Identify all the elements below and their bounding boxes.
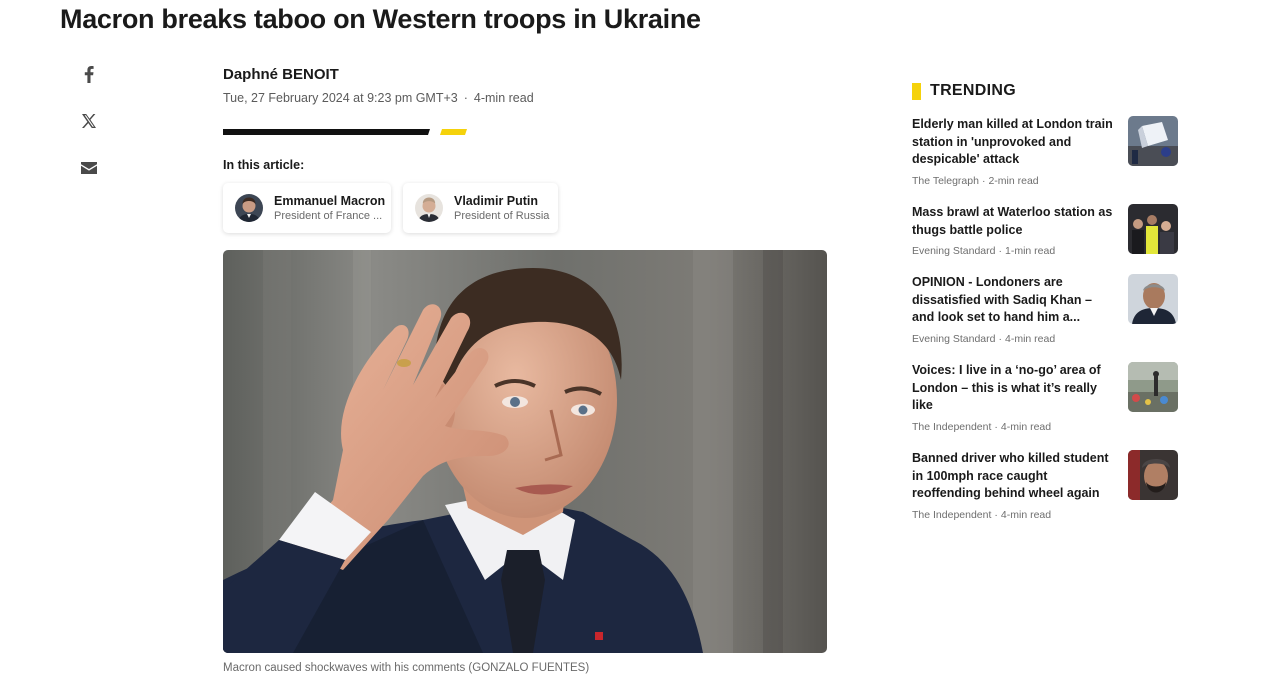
hero-image: [223, 250, 827, 653]
person-name: Vladimir Putin: [454, 194, 539, 208]
article-headline: Macron breaks taboo on Western troops in…: [60, 4, 701, 34]
trending-item-read-time: 4-min read: [1000, 420, 1052, 433]
facebook-share-button[interactable]: [78, 62, 100, 86]
trending-item-meta: The Telegraph · 2-min read: [912, 175, 1178, 187]
trending-item[interactable]: Banned driver who killed student in 100m…: [912, 450, 1178, 521]
trending-item-thumbnail[interactable]: [1128, 450, 1178, 500]
trending-item-source: Evening Standard: [912, 245, 996, 258]
trending-item-source: The Telegraph: [912, 174, 979, 187]
meta-separator: ·: [463, 91, 468, 105]
x-share-button[interactable]: [78, 109, 100, 133]
trending-item-read-time: 2-min read: [988, 174, 1039, 187]
trending-item-meta: The Independent · 4-min read: [912, 509, 1178, 521]
trending-item-meta: The Independent · 4-min read: [912, 421, 1178, 433]
trending-item-title[interactable]: Voices: I live in a ‘no-go’ area of Lond…: [912, 362, 1114, 415]
meta-separator: ·: [998, 245, 1002, 258]
person-role: President of France ...: [274, 210, 383, 222]
email-share-button[interactable]: [78, 156, 100, 180]
trending-item[interactable]: OPINION - Londoners are dissatisfied wit…: [912, 274, 1178, 345]
person-name: Emmanuel Macron: [274, 194, 386, 208]
trending-item[interactable]: Voices: I live in a ‘no-go’ area of Lond…: [912, 362, 1178, 433]
read-time: 4-min read: [473, 91, 534, 105]
trending-item[interactable]: Elderly man killed at London train stati…: [912, 116, 1178, 187]
trending-item-title[interactable]: Banned driver who killed student in 100m…: [912, 450, 1114, 503]
trending-accent-bar: [912, 82, 921, 100]
person-role: President of Russia: [454, 210, 550, 222]
trending-item-source: The Independent: [912, 420, 992, 433]
trending-item-source: The Independent: [912, 508, 992, 521]
meta-separator: ·: [998, 332, 1002, 345]
avatar: [415, 194, 443, 222]
in-this-article-label: In this article:: [223, 158, 305, 172]
trending-item-thumbnail[interactable]: [1128, 116, 1178, 166]
article-meta: Tue, 27 February 2024 at 9:23 pm GMT+3 · 4…: [223, 91, 534, 105]
trending-item-title[interactable]: Mass brawl at Waterloo station as thugs …: [912, 204, 1114, 239]
trending-title: TRENDING: [930, 82, 1016, 99]
section-divider: [223, 129, 467, 135]
trending-item-meta: Evening Standard · 4-min read: [912, 333, 1178, 345]
avatar: [235, 194, 263, 222]
trending-item-title[interactable]: OPINION - Londoners are dissatisfied wit…: [912, 274, 1114, 327]
trending-item-thumbnail[interactable]: [1128, 204, 1178, 254]
meta-separator: ·: [981, 174, 986, 187]
meta-separator: ·: [994, 420, 998, 433]
trending-item-thumbnail[interactable]: [1128, 362, 1178, 412]
byline: Daphné BENOIT Tue, 27 February 2024 at 9…: [223, 66, 534, 105]
trending-item-source: Evening Standard: [912, 332, 996, 345]
trending-item-read-time: 1-min read: [1004, 245, 1056, 258]
x-icon: [82, 114, 96, 128]
trending-item-thumbnail[interactable]: [1128, 274, 1178, 324]
meta-separator: ·: [994, 508, 998, 521]
trending-item[interactable]: Mass brawl at Waterloo station as thugs …: [912, 204, 1178, 257]
share-bar: [78, 62, 100, 203]
trending-item-read-time: 4-min read: [1000, 508, 1052, 521]
trending-item-read-time: 4-min read: [1004, 332, 1056, 345]
person-card-macron[interactable]: Emmanuel Macron President of France ...: [223, 183, 391, 233]
author-name[interactable]: Daphné BENOIT: [223, 66, 534, 83]
mail-icon: [81, 162, 97, 174]
publish-date: Tue, 27 February 2024 at 9:23 pm GMT+3: [223, 91, 458, 105]
trending-item-title[interactable]: Elderly man killed at London train stati…: [912, 116, 1114, 169]
facebook-icon: [84, 65, 94, 83]
person-card-putin[interactable]: Vladimir Putin President of Russia: [403, 183, 558, 233]
image-caption: Macron caused shockwaves with his commen…: [223, 662, 590, 674]
trending-header: TRENDING: [912, 82, 1016, 100]
